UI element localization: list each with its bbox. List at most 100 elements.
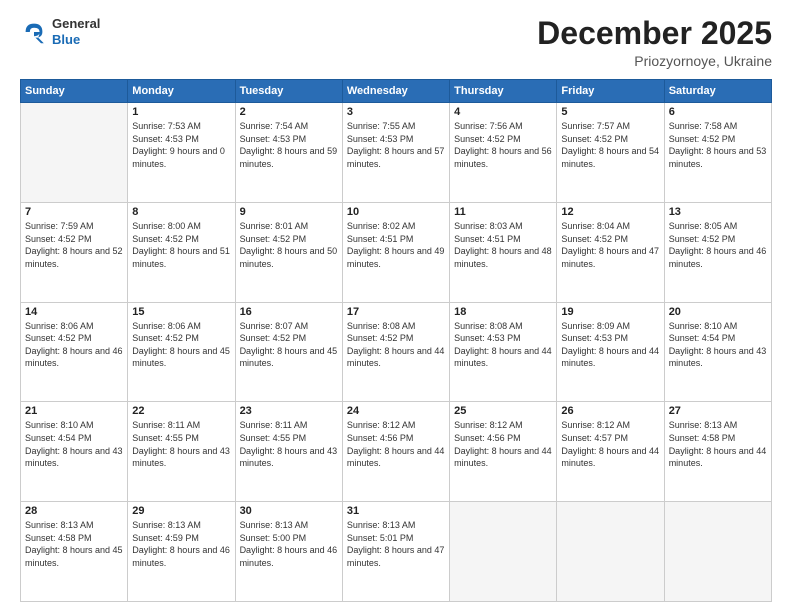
table-row: 12Sunrise: 8:04 AMSunset: 4:52 PMDayligh…: [557, 202, 664, 302]
logo-general-text: General: [52, 16, 100, 32]
logo: General Blue: [20, 16, 100, 47]
table-row: 14 Sunrise: 8:06 AMSunset: 4:52 PMDayligh…: [21, 302, 128, 402]
day-number: 2: [240, 106, 338, 118]
day-info: Sunrise: 8:05 AMSunset: 4:52 PMDaylight:…: [669, 220, 767, 270]
day-info: Sunrise: 8:08 AMSunset: 4:52 PMDaylight:…: [347, 320, 445, 370]
day-info: Sunrise: 8:13 AMSunset: 4:59 PMDaylight:…: [132, 519, 230, 569]
day-number: 15: [132, 306, 230, 318]
table-row: 19 Sunrise: 8:09 AMSunset: 4:53 PMDayligh…: [557, 302, 664, 402]
day-info: Sunrise: 7:54 AMSunset: 4:53 PMDaylight:…: [240, 120, 338, 170]
col-monday: Monday: [128, 80, 235, 103]
day-info: Sunrise: 8:10 AMSunset: 4:54 PMDaylight:…: [25, 419, 123, 469]
day-number: 4: [454, 106, 552, 118]
day-number: 17: [347, 306, 445, 318]
calendar-week-4: 21 Sunrise: 8:10 AMSunset: 4:54 PMDayligh…: [21, 402, 772, 502]
day-info: Sunrise: 8:06 AMSunset: 4:52 PMDaylight:…: [25, 320, 123, 370]
table-row: 8 Sunrise: 8:00 AMSunset: 4:52 PMDaylight…: [128, 202, 235, 302]
table-row: 5 Sunrise: 7:57 AMSunset: 4:52 PMDaylight…: [557, 103, 664, 203]
table-row: 28 Sunrise: 8:13 AMSunset: 4:58 PMDayligh…: [21, 502, 128, 602]
calendar-table: Sunday Monday Tuesday Wednesday Thursday…: [20, 79, 772, 602]
table-row: 22 Sunrise: 8:11 AMSunset: 4:55 PMDayligh…: [128, 402, 235, 502]
month-title: December 2025: [537, 16, 772, 51]
day-info: Sunrise: 8:13 AMSunset: 4:58 PMDaylight:…: [25, 519, 123, 569]
table-row: 23Sunrise: 8:11 AMSunset: 4:55 PMDayligh…: [235, 402, 342, 502]
table-row: [21, 103, 128, 203]
table-row: 25 Sunrise: 8:12 AMSunset: 4:56 PMDayligh…: [450, 402, 557, 502]
day-number: 18: [454, 306, 552, 318]
page: General Blue December 2025 Priozyornoye,…: [0, 0, 792, 612]
calendar-week-1: 1Sunrise: 7:53 AMSunset: 4:53 PMDaylight…: [21, 103, 772, 203]
day-number: 30: [240, 505, 338, 517]
day-info: Sunrise: 8:13 AMSunset: 4:58 PMDaylight:…: [669, 419, 767, 469]
day-info: Sunrise: 8:03 AMSunset: 4:51 PMDaylight:…: [454, 220, 552, 270]
table-row: 1Sunrise: 7:53 AMSunset: 4:53 PMDaylight…: [128, 103, 235, 203]
table-row: [450, 502, 557, 602]
day-number: 26: [561, 405, 659, 417]
day-number: 20: [669, 306, 767, 318]
day-info: Sunrise: 8:12 AMSunset: 4:56 PMDaylight:…: [347, 419, 445, 469]
day-number: 21: [25, 405, 123, 417]
table-row: [557, 502, 664, 602]
table-row: [664, 502, 771, 602]
calendar-header-row: Sunday Monday Tuesday Wednesday Thursday…: [21, 80, 772, 103]
day-info: Sunrise: 8:08 AMSunset: 4:53 PMDaylight:…: [454, 320, 552, 370]
table-row: 13Sunrise: 8:05 AMSunset: 4:52 PMDayligh…: [664, 202, 771, 302]
day-number: 5: [561, 106, 659, 118]
day-number: 8: [132, 206, 230, 218]
day-number: 12: [561, 206, 659, 218]
header: General Blue December 2025 Priozyornoye,…: [20, 16, 772, 69]
logo-icon: [20, 18, 48, 46]
day-info: Sunrise: 8:07 AMSunset: 4:52 PMDaylight:…: [240, 320, 338, 370]
table-row: 20 Sunrise: 8:10 AMSunset: 4:54 PMDayligh…: [664, 302, 771, 402]
day-info: Sunrise: 7:59 AMSunset: 4:52 PMDaylight:…: [25, 220, 123, 270]
title-block: December 2025 Priozyornoye, Ukraine: [537, 16, 772, 69]
col-wednesday: Wednesday: [342, 80, 449, 103]
day-info: Sunrise: 7:58 AMSunset: 4:52 PMDaylight:…: [669, 120, 767, 170]
table-row: 30 Sunrise: 8:13 AMSunset: 5:00 PMDayligh…: [235, 502, 342, 602]
day-info: Sunrise: 8:11 AMSunset: 4:55 PMDaylight:…: [132, 419, 230, 469]
day-number: 23: [240, 405, 338, 417]
col-thursday: Thursday: [450, 80, 557, 103]
day-info: Sunrise: 7:56 AMSunset: 4:52 PMDaylight:…: [454, 120, 552, 170]
day-number: 3: [347, 106, 445, 118]
day-number: 31: [347, 505, 445, 517]
day-number: 9: [240, 206, 338, 218]
day-number: 19: [561, 306, 659, 318]
table-row: 7 Sunrise: 7:59 AMSunset: 4:52 PMDaylight…: [21, 202, 128, 302]
day-info: Sunrise: 8:09 AMSunset: 4:53 PMDaylight:…: [561, 320, 659, 370]
day-number: 14: [25, 306, 123, 318]
day-info: Sunrise: 8:12 AMSunset: 4:57 PMDaylight:…: [561, 419, 659, 469]
table-row: 29 Sunrise: 8:13 AMSunset: 4:59 PMDayligh…: [128, 502, 235, 602]
day-info: Sunrise: 8:00 AMSunset: 4:52 PMDaylight:…: [132, 220, 230, 270]
day-number: 22: [132, 405, 230, 417]
day-info: Sunrise: 8:06 AMSunset: 4:52 PMDaylight:…: [132, 320, 230, 370]
table-row: 2 Sunrise: 7:54 AMSunset: 4:53 PMDaylight…: [235, 103, 342, 203]
logo-text: General Blue: [52, 16, 100, 47]
logo-blue-text: Blue: [52, 32, 100, 48]
day-number: 28: [25, 505, 123, 517]
col-tuesday: Tuesday: [235, 80, 342, 103]
day-number: 29: [132, 505, 230, 517]
day-number: 25: [454, 405, 552, 417]
day-info: Sunrise: 8:10 AMSunset: 4:54 PMDaylight:…: [669, 320, 767, 370]
col-saturday: Saturday: [664, 80, 771, 103]
table-row: 10Sunrise: 8:02 AMSunset: 4:51 PMDayligh…: [342, 202, 449, 302]
table-row: 6Sunrise: 7:58 AMSunset: 4:52 PMDaylight…: [664, 103, 771, 203]
table-row: 9Sunrise: 8:01 AMSunset: 4:52 PMDaylight…: [235, 202, 342, 302]
table-row: 24Sunrise: 8:12 AMSunset: 4:56 PMDayligh…: [342, 402, 449, 502]
table-row: 27Sunrise: 8:13 AMSunset: 4:58 PMDayligh…: [664, 402, 771, 502]
day-number: 10: [347, 206, 445, 218]
day-info: Sunrise: 8:12 AMSunset: 4:56 PMDaylight:…: [454, 419, 552, 469]
day-info: Sunrise: 7:57 AMSunset: 4:52 PMDaylight:…: [561, 120, 659, 170]
day-info: Sunrise: 8:13 AMSunset: 5:00 PMDaylight:…: [240, 519, 338, 569]
day-number: 11: [454, 206, 552, 218]
location: Priozyornoye, Ukraine: [537, 53, 772, 69]
table-row: 16Sunrise: 8:07 AMSunset: 4:52 PMDayligh…: [235, 302, 342, 402]
table-row: 11 Sunrise: 8:03 AMSunset: 4:51 PMDayligh…: [450, 202, 557, 302]
col-friday: Friday: [557, 80, 664, 103]
calendar-week-2: 7 Sunrise: 7:59 AMSunset: 4:52 PMDaylight…: [21, 202, 772, 302]
day-number: 7: [25, 206, 123, 218]
calendar-week-3: 14 Sunrise: 8:06 AMSunset: 4:52 PMDayligh…: [21, 302, 772, 402]
table-row: 15 Sunrise: 8:06 AMSunset: 4:52 PMDayligh…: [128, 302, 235, 402]
day-info: Sunrise: 7:53 AMSunset: 4:53 PMDaylight:…: [132, 120, 230, 170]
